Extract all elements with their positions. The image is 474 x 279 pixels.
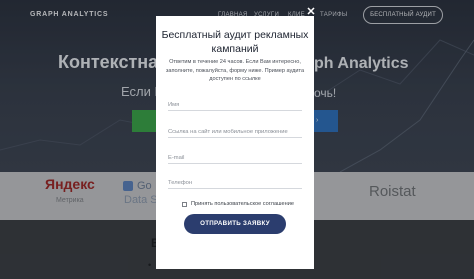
email-field	[168, 146, 302, 167]
name-field	[168, 93, 302, 114]
phone-input[interactable]	[168, 174, 302, 192]
agreement-label[interactable]: Принять пользовательское соглашение	[191, 201, 294, 207]
modal-title: Бесплатный аудит рекламных кампаний	[161, 29, 309, 55]
modal-description: Ответим в течение 24 часов. Если Вам инт…	[165, 59, 305, 82]
email-input[interactable]	[168, 149, 302, 167]
site-url-input[interactable]	[168, 123, 302, 141]
agreement-row: Принять пользовательское соглашение	[182, 199, 294, 209]
audit-request-modal: Бесплатный аудит рекламных кампаний Отве…	[156, 16, 314, 269]
name-input[interactable]	[168, 96, 302, 114]
phone-field	[168, 171, 302, 192]
agreement-checkbox[interactable]	[182, 201, 187, 207]
site-field	[168, 120, 302, 141]
submit-request-button[interactable]: ОТПРАВИТЬ ЗАЯВКУ	[184, 214, 286, 234]
